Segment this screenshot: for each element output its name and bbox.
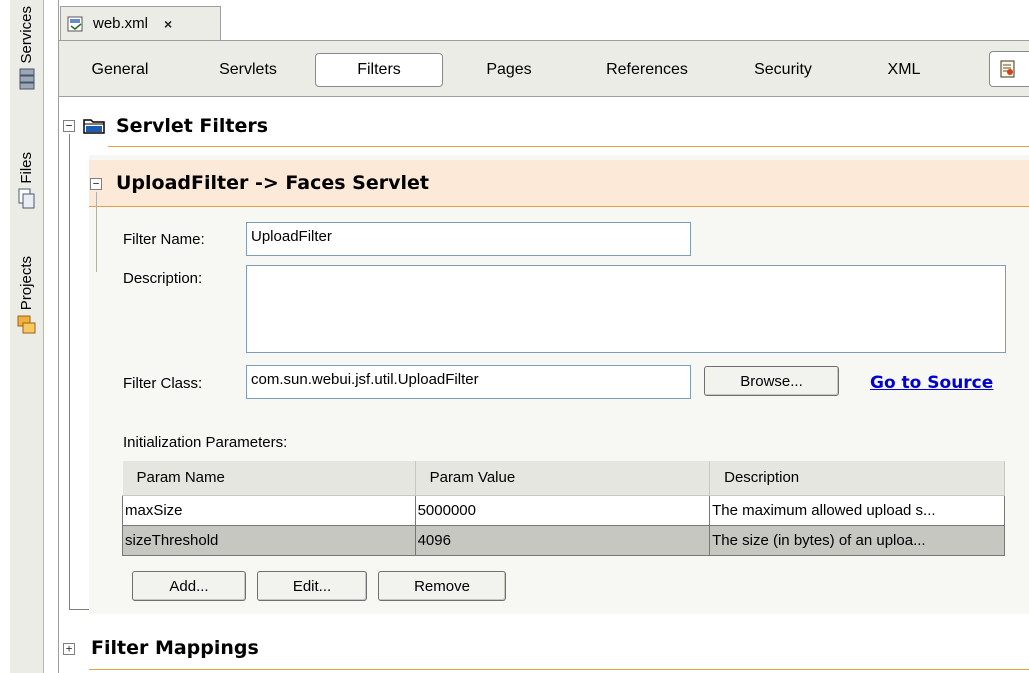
services-icon	[19, 68, 35, 90]
tree-guide-line	[69, 134, 70, 610]
folder-icon	[83, 119, 105, 134]
upload-filter-divider	[89, 206, 1029, 207]
remove-button[interactable]: Remove	[378, 571, 506, 601]
init-params-table: Param Name Param Value Description maxSi…	[122, 461, 1005, 556]
table-cell[interactable]: maxSize	[122, 494, 416, 526]
tab-xml[interactable]: XML	[849, 53, 959, 87]
projects-panel-label: Projects	[18, 256, 35, 311]
close-icon[interactable]: ×	[164, 16, 172, 32]
column-header-description[interactable]: Description	[709, 461, 1005, 496]
file-tab-web-xml[interactable]: web.xml ×	[60, 6, 221, 40]
tab-pages[interactable]: Pages	[449, 53, 569, 87]
projects-panel-button[interactable]: Projects	[12, 256, 42, 336]
description-field[interactable]	[246, 265, 1006, 353]
file-tab-label: web.xml	[93, 15, 149, 32]
multiview-toolbar: General Servlets Filters Pages Reference…	[58, 40, 1029, 96]
filter-class-label: Filter Class:	[123, 375, 203, 392]
edit-button[interactable]: Edit...	[257, 571, 367, 601]
services-panel-button[interactable]: Services	[12, 6, 42, 90]
add-button[interactable]: Add...	[132, 571, 246, 601]
projects-icon	[17, 315, 36, 334]
go-to-source-link[interactable]: Go to Source	[870, 373, 993, 393]
table-cell[interactable]: sizeThreshold	[122, 524, 416, 556]
table-row[interactable]: maxSize 5000000 The maximum allowed uplo…	[122, 494, 1005, 526]
tab-filters[interactable]: Filters	[315, 53, 443, 87]
column-header-param-value[interactable]: Param Value	[415, 461, 711, 496]
panel-tree-line	[96, 192, 97, 272]
table-header-row: Param Name Param Value Description	[122, 461, 1005, 496]
table-cell[interactable]: 5000000	[414, 494, 711, 526]
browse-button[interactable]: Browse...	[704, 366, 839, 396]
tab-references[interactable]: References	[577, 53, 717, 87]
tab-security[interactable]: Security	[723, 53, 843, 87]
table-cell[interactable]: The size (in bytes) of an uploa...	[709, 524, 1005, 556]
servlet-filters-divider	[108, 146, 1029, 147]
servlet-filters-expander[interactable]: −	[63, 120, 75, 132]
page-icon	[1000, 60, 1015, 78]
editor-tab-bar: web.xml ×	[58, 0, 1029, 40]
tab-general[interactable]: General	[59, 53, 181, 87]
upload-filter-expander[interactable]: −	[90, 178, 102, 190]
files-icon	[18, 188, 35, 209]
init-params-label: Initialization Parameters:	[123, 434, 288, 451]
files-panel-label: Files	[18, 152, 35, 184]
side-window-strip: Services Files Projects	[0, 0, 58, 673]
servlet-filters-title: Servlet Filters	[116, 115, 269, 137]
filter-mappings-divider	[89, 669, 1029, 670]
side-rail	[10, 0, 44, 673]
column-header-param-name[interactable]: Param Name	[122, 461, 416, 496]
filter-mappings-expander[interactable]: +	[63, 643, 75, 655]
table-row[interactable]: sizeThreshold 4096 The size (in bytes) o…	[122, 524, 1005, 556]
filter-class-field[interactable]: com.sun.webui.jsf.util.UploadFilter	[246, 365, 691, 399]
filter-mappings-title: Filter Mappings	[91, 637, 259, 659]
filter-name-field[interactable]: UploadFilter	[246, 222, 691, 256]
description-label: Description:	[123, 270, 203, 287]
upload-filter-title: UploadFilter -> Faces Servlet	[116, 172, 429, 194]
files-panel-button[interactable]: Files	[12, 152, 42, 210]
toggle-view-button[interactable]	[989, 51, 1029, 87]
xml-file-icon	[67, 16, 83, 31]
tab-servlets[interactable]: Servlets	[183, 53, 313, 87]
table-cell[interactable]: The maximum allowed upload s...	[709, 494, 1005, 526]
filter-name-label: Filter Name:	[123, 231, 205, 248]
table-cell[interactable]: 4096	[414, 524, 711, 556]
services-panel-label: Services	[18, 6, 35, 64]
tree-guide-line	[69, 609, 91, 610]
